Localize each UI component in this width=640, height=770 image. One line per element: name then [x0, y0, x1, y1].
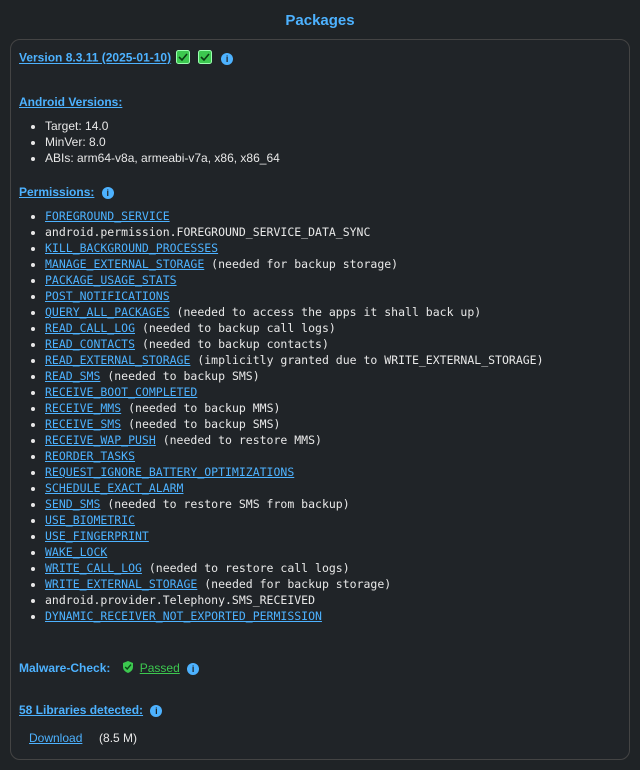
permission-note: (implicitly granted due to WRITE_EXTERNA…	[190, 353, 543, 367]
malware-status-link[interactable]: Passed	[140, 661, 180, 675]
permission-item: SEND_SMS (needed to restore SMS from bac…	[45, 497, 621, 511]
permission-item: WRITE_EXTERNAL_STORAGE (needed for backu…	[45, 577, 621, 591]
malware-row: Malware-Check: Passed i	[19, 643, 621, 683]
permission-item: PACKAGE_USAGE_STATS	[45, 273, 621, 287]
permission-note: (needed for backup storage)	[197, 577, 391, 591]
permission-link[interactable]: FOREGROUND_SERVICE	[45, 209, 170, 223]
permission-link[interactable]: READ_CONTACTS	[45, 337, 135, 351]
permission-item: USE_FINGERPRINT	[45, 529, 621, 543]
permission-note: (needed to restore MMS)	[156, 433, 322, 447]
permission-link[interactable]: SCHEDULE_EXACT_ALARM	[45, 481, 183, 495]
permission-link[interactable]: RECEIVE_SMS	[45, 417, 121, 431]
shield-passed-icon	[122, 661, 134, 676]
permission-item: RECEIVE_MMS (needed to backup MMS)	[45, 401, 621, 415]
permission-item: android.provider.Telephony.SMS_RECEIVED	[45, 593, 621, 607]
permission-link[interactable]: DYNAMIC_RECEIVER_NOT_EXPORTED_PERMISSION	[45, 609, 322, 623]
info-icon[interactable]: i	[150, 705, 162, 717]
permission-link[interactable]: MANAGE_EXTERNAL_STORAGE	[45, 257, 204, 271]
permission-link[interactable]: RECEIVE_MMS	[45, 401, 121, 415]
permission-note: (needed to backup SMS)	[100, 369, 259, 383]
permission-note: (needed to backup MMS)	[121, 401, 280, 415]
permission-item: REORDER_TASKS	[45, 449, 621, 463]
permission-item: READ_CALL_LOG (needed to backup call log…	[45, 321, 621, 335]
permission-link[interactable]: REQUEST_IGNORE_BATTERY_OPTIMIZATIONS	[45, 465, 294, 479]
permission-link[interactable]: KILL_BACKGROUND_PROCESSES	[45, 241, 218, 255]
package-panel: Version 8.3.11 (2025-01-10) i Android Ve…	[10, 39, 630, 760]
permission-item: RECEIVE_WAP_PUSH (needed to restore MMS)	[45, 433, 621, 447]
shield-ok-icon	[198, 50, 212, 67]
permission-item: MANAGE_EXTERNAL_STORAGE (needed for back…	[45, 257, 621, 271]
permission-item: android.permission.FOREGROUND_SERVICE_DA…	[45, 225, 621, 239]
permission-item: READ_SMS (needed to backup SMS)	[45, 369, 621, 383]
android-minver: MinVer: 8.0	[45, 135, 621, 149]
permission-link[interactable]: USE_BIOMETRIC	[45, 513, 135, 527]
permission-link[interactable]: POST_NOTIFICATIONS	[45, 289, 170, 303]
permission-note: (needed for backup storage)	[204, 257, 398, 271]
permission-item: USE_BIOMETRIC	[45, 513, 621, 527]
permission-link[interactable]: WRITE_EXTERNAL_STORAGE	[45, 577, 197, 591]
android-versions-heading: Android Versions:	[19, 95, 122, 109]
permission-link[interactable]: READ_CALL_LOG	[45, 321, 135, 335]
permission-link[interactable]: USE_FINGERPRINT	[45, 529, 149, 543]
info-icon[interactable]: i	[187, 663, 199, 675]
permission-link[interactable]: READ_EXTERNAL_STORAGE	[45, 353, 190, 367]
libraries-link[interactable]: 58 Libraries detected:	[19, 703, 143, 717]
permission-note: (needed to restore call logs)	[142, 561, 350, 575]
permission-link[interactable]: READ_SMS	[45, 369, 100, 383]
permission-item: READ_EXTERNAL_STORAGE (implicitly grante…	[45, 353, 621, 367]
permission-note: (needed to restore SMS from backup)	[100, 497, 349, 511]
permission-plain: android.permission.FOREGROUND_SERVICE_DA…	[45, 225, 370, 239]
shield-ok-icon	[176, 50, 190, 67]
permission-item: KILL_BACKGROUND_PROCESSES	[45, 241, 621, 255]
version-link[interactable]: Version 8.3.11 (2025-01-10)	[19, 51, 171, 65]
permission-link[interactable]: RECEIVE_BOOT_COMPLETED	[45, 385, 197, 399]
permission-link[interactable]: WAKE_LOCK	[45, 545, 107, 559]
permission-item: WAKE_LOCK	[45, 545, 621, 559]
permission-item: SCHEDULE_EXACT_ALARM	[45, 481, 621, 495]
download-size: (8.5 M)	[99, 731, 137, 745]
permission-item: QUERY_ALL_PACKAGES (needed to access the…	[45, 305, 621, 319]
permission-note: (needed to backup SMS)	[121, 417, 280, 431]
permission-plain: android.provider.Telephony.SMS_RECEIVED	[45, 593, 315, 607]
permission-item: WRITE_CALL_LOG (needed to restore call l…	[45, 561, 621, 575]
version-row: Version 8.3.11 (2025-01-10) i	[19, 50, 621, 67]
permission-item: RECEIVE_SMS (needed to backup SMS)	[45, 417, 621, 431]
permission-item: READ_CONTACTS (needed to backup contacts…	[45, 337, 621, 351]
permission-link[interactable]: PACKAGE_USAGE_STATS	[45, 273, 177, 287]
permission-item: RECEIVE_BOOT_COMPLETED	[45, 385, 621, 399]
permission-link[interactable]: QUERY_ALL_PACKAGES	[45, 305, 170, 319]
android-abis: ABIs: arm64-v8a, armeabi-v7a, x86, x86_6…	[45, 151, 621, 165]
download-row: Download (8.5 M)	[19, 731, 621, 745]
android-target: Target: 14.0	[45, 119, 621, 133]
permission-item: POST_NOTIFICATIONS	[45, 289, 621, 303]
malware-label: Malware-Check:	[19, 661, 110, 675]
permission-note: (needed to backup call logs)	[135, 321, 336, 335]
permissions-list: FOREGROUND_SERVICE android.permission.FOR…	[45, 209, 621, 623]
permission-note: (needed to access the apps it shall back…	[170, 305, 482, 319]
permission-note: (needed to backup contacts)	[135, 337, 329, 351]
permission-item: REQUEST_IGNORE_BATTERY_OPTIMIZATIONS	[45, 465, 621, 479]
permissions-heading: Permissions:	[19, 185, 94, 199]
info-icon[interactable]: i	[221, 53, 233, 65]
info-icon[interactable]: i	[102, 187, 114, 199]
libraries-row: 58 Libraries detected: i	[19, 703, 621, 717]
permission-item: DYNAMIC_RECEIVER_NOT_EXPORTED_PERMISSION	[45, 609, 621, 623]
permission-link[interactable]: RECEIVE_WAP_PUSH	[45, 433, 156, 447]
permission-item: FOREGROUND_SERVICE	[45, 209, 621, 223]
page-title: Packages	[0, 0, 640, 39]
permission-link[interactable]: REORDER_TASKS	[45, 449, 135, 463]
permission-link[interactable]: WRITE_CALL_LOG	[45, 561, 142, 575]
permission-link[interactable]: SEND_SMS	[45, 497, 100, 511]
android-versions-list: Target: 14.0 MinVer: 8.0 ABIs: arm64-v8a…	[45, 119, 621, 165]
download-link[interactable]: Download	[29, 731, 82, 745]
